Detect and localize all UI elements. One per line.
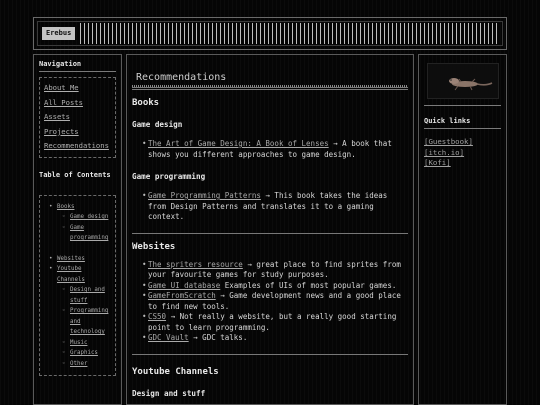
navigation-title: Navigation <box>39 60 116 72</box>
toc-item: Game design <box>59 212 112 223</box>
game-design-list: The Art of Game Design: A Book of Lenses… <box>132 139 408 160</box>
toc-item: Graphics <box>59 348 112 359</box>
rec-link[interactable]: The spriters resource <box>148 260 243 269</box>
right-sidebar: Quick links [Guestbook] [itch.io] [Kofi] <box>418 54 507 405</box>
list-item: Game Programming Patterns → This book ta… <box>132 191 408 223</box>
toc-link-programming[interactable]: Programming and technology <box>70 308 108 335</box>
toc-item: Websites <box>46 254 112 265</box>
nav-link-projects[interactable]: Projects <box>44 125 111 140</box>
rec-link[interactable]: The Art of Game Design: A Book of Lenses <box>148 139 329 148</box>
toc-link-youtube[interactable]: Youtube Channels <box>57 266 85 283</box>
list-item: The spriters resource → great place to f… <box>132 260 408 281</box>
design-heading: Design and stuff <box>132 388 206 398</box>
websites-list: The spriters resource → great place to f… <box>132 260 408 344</box>
nav-link-all-posts[interactable]: All Posts <box>44 96 111 111</box>
rec-link[interactable]: GameFromScratch <box>148 291 216 300</box>
game-design-heading: Game design <box>132 120 183 129</box>
nav-link-recommendations[interactable]: Recommendations <box>44 139 111 154</box>
rec-link[interactable]: CS50 <box>148 312 166 321</box>
toc-link-game-design[interactable]: Game design <box>70 214 108 220</box>
toc-item: Design and stuff <box>59 285 112 306</box>
quick-link-kofi[interactable]: [Kofi] <box>424 158 501 169</box>
list-item: CS50 → Not really a website, but a reall… <box>132 312 408 333</box>
toc-title: Table of Contents <box>39 170 111 179</box>
nav-link-assets[interactable]: Assets <box>44 110 111 125</box>
site-header: Erebus <box>33 17 507 50</box>
rec-link[interactable]: GDC Vault <box>148 333 189 342</box>
toc-item: Programming and technology <box>59 306 112 338</box>
toc-link-other[interactable]: Other <box>70 361 87 367</box>
toc-link-design[interactable]: Design and stuff <box>70 287 105 304</box>
lizard-image <box>426 63 499 99</box>
table-of-contents: Books Game design Game programming Websi… <box>39 194 116 376</box>
toc-link-game-programming[interactable]: Game programming <box>70 225 108 242</box>
toc-item: Music <box>59 338 112 349</box>
game-programming-list: Game Programming Patterns → This book ta… <box>132 191 408 223</box>
quick-link-itchio[interactable]: [itch.io] <box>424 148 501 159</box>
list-item: The Art of Game Design: A Book of Lenses… <box>132 139 408 160</box>
toc-item: Youtube Channels Design and stuff Progra… <box>46 264 112 369</box>
quick-links: [Guestbook] [itch.io] [Kofi] <box>424 137 501 169</box>
list-item: Game UI database Examples of UIs of most… <box>132 281 408 292</box>
navigation-menu: About Me All Posts Assets Projects Recom… <box>39 77 116 158</box>
rec-desc: Examples of UIs of most popular games. <box>220 280 397 290</box>
youtube-heading: Youtube Channels <box>132 366 219 377</box>
rec-link[interactable]: Game Programming Patterns <box>148 191 261 200</box>
toc-item: Game programming <box>59 223 112 244</box>
main-content: Recommendations Books Game design The Ar… <box>126 54 414 405</box>
site-logo[interactable]: Erebus <box>42 27 76 40</box>
websites-heading: Websites <box>132 241 176 252</box>
toc-link-graphics[interactable]: Graphics <box>70 350 98 356</box>
left-sidebar: Navigation About Me All Posts Assets Pro… <box>33 54 122 405</box>
toc-link-books[interactable]: Books <box>57 204 74 210</box>
list-item: GameFromScratch → Game development news … <box>132 291 408 312</box>
rec-desc: → Not really a website, but a really goo… <box>148 312 397 332</box>
quick-link-guestbook[interactable]: [Guestbook] <box>424 137 501 148</box>
rec-desc: → GDC talks. <box>188 333 248 342</box>
header-inner: Erebus <box>37 21 503 46</box>
list-item: GDC Vault → GDC talks. <box>132 333 408 344</box>
page-title: Recommendations <box>132 55 408 90</box>
lizard-icon <box>448 78 492 91</box>
toc-link-websites[interactable]: Websites <box>57 256 85 262</box>
toc-item: Other <box>59 359 112 370</box>
toc-link-music[interactable]: Music <box>70 340 87 346</box>
rec-link[interactable]: Game UI database <box>148 281 220 290</box>
section-divider <box>132 353 408 355</box>
game-programming-heading: Game programming <box>132 172 206 181</box>
nav-link-about-me[interactable]: About Me <box>44 81 111 96</box>
books-heading: Books <box>132 98 160 108</box>
section-divider <box>132 232 408 234</box>
header-decoration <box>80 23 498 44</box>
divider <box>424 105 501 106</box>
toc-item: Books Game design Game programming <box>46 202 112 244</box>
quick-links-title: Quick links <box>424 117 501 129</box>
